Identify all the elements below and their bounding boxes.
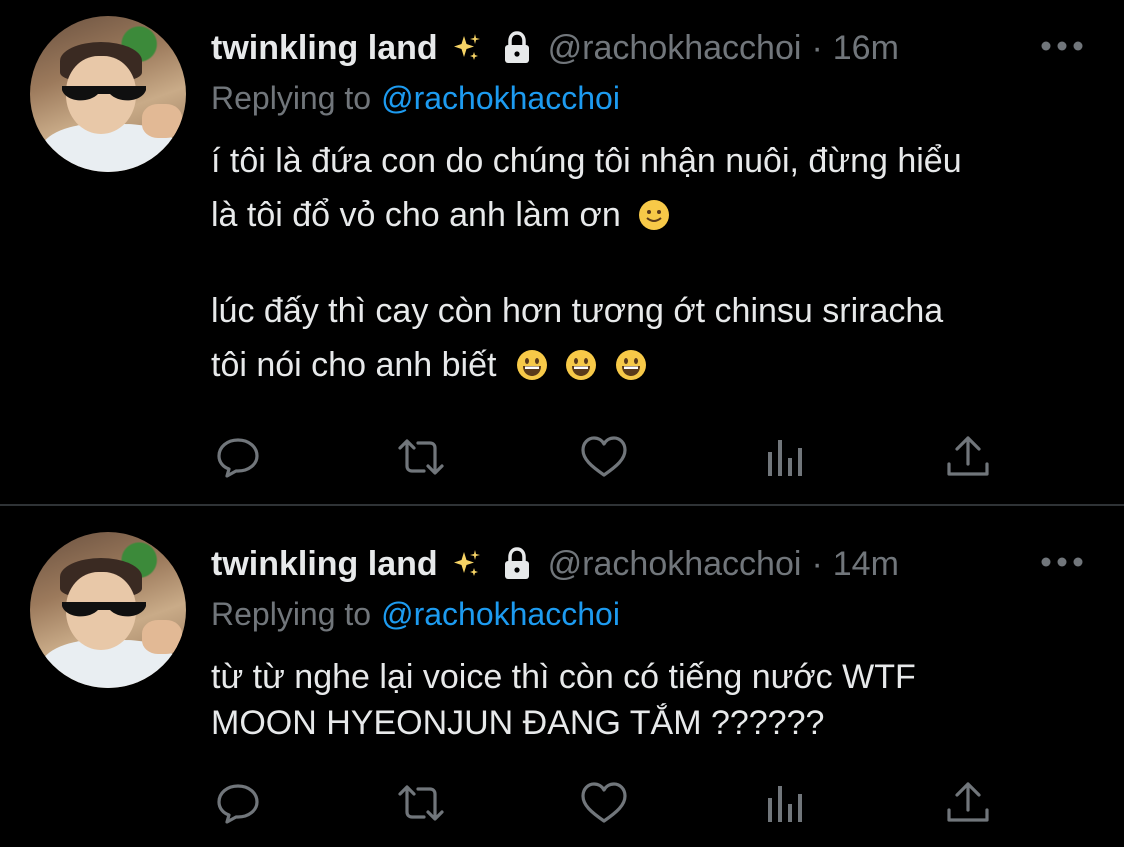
separator: · bbox=[811, 28, 823, 67]
sparkles-icon bbox=[453, 34, 480, 60]
tweet[interactable]: twinkling land @rachokhacchoi · 16m Repl… bbox=[0, 0, 1124, 504]
author-name[interactable]: twinkling land bbox=[211, 545, 438, 584]
replying-to: Replying to @rachokhacchoi bbox=[211, 80, 620, 117]
sparkles-icon bbox=[453, 550, 480, 576]
tweet-header: twinkling land @rachokhacchoi · 14m bbox=[211, 544, 899, 584]
sunglasses-icon bbox=[62, 86, 146, 101]
tweet-text-fragment: tôi nói cho anh biết bbox=[211, 346, 497, 384]
retweet-button[interactable] bbox=[396, 778, 446, 828]
author-name[interactable]: twinkling land bbox=[211, 29, 438, 68]
tweet-text-line: là tôi đổ vỏ cho anh làm ơn bbox=[211, 188, 678, 242]
author-handle[interactable]: @rachokhacchoi bbox=[548, 545, 802, 584]
share-button[interactable] bbox=[943, 432, 993, 482]
like-icon bbox=[581, 436, 627, 477]
tweet-text-line: lúc đấy thì cay còn hơn tương ớt chinsu … bbox=[211, 292, 944, 330]
mention-link[interactable]: @rachokhacchoi bbox=[381, 80, 620, 116]
tweet-text-fragment: là tôi đổ vỏ cho anh làm ơn bbox=[211, 196, 621, 234]
reply-icon bbox=[217, 784, 259, 824]
replying-to-label: Replying to bbox=[211, 596, 372, 632]
grinning-face-icon bbox=[566, 350, 597, 380]
separator: · bbox=[811, 544, 823, 583]
author-handle[interactable]: @rachokhacchoi bbox=[548, 29, 802, 68]
mention-link[interactable]: @rachokhacchoi bbox=[381, 596, 620, 632]
timestamp[interactable]: 14m bbox=[833, 545, 899, 584]
analytics-button[interactable] bbox=[762, 778, 812, 828]
lock-icon bbox=[504, 31, 529, 63]
analytics-button[interactable] bbox=[762, 432, 812, 482]
replying-to-label: Replying to bbox=[211, 80, 372, 116]
tweet-text-line: tôi nói cho anh biết bbox=[211, 338, 655, 392]
reply-icon bbox=[217, 438, 259, 478]
tweet-text-line: MOON HYEONJUN ĐANG TẮM ?????? bbox=[211, 704, 825, 742]
share-icon bbox=[947, 782, 989, 822]
tweet[interactable]: twinkling land @rachokhacchoi · 14m Repl… bbox=[0, 506, 1124, 847]
more-options-icon[interactable] bbox=[1040, 552, 1084, 572]
replying-to: Replying to @rachokhacchoi bbox=[211, 596, 620, 633]
slightly-smiling-face-icon bbox=[639, 200, 670, 230]
avatar[interactable] bbox=[30, 16, 186, 172]
like-icon bbox=[581, 782, 627, 823]
retweet-button[interactable] bbox=[396, 432, 446, 482]
reply-button[interactable] bbox=[213, 778, 263, 828]
more-options-icon[interactable] bbox=[1040, 36, 1084, 56]
grinning-face-icon bbox=[615, 350, 646, 380]
sunglasses-icon bbox=[62, 602, 146, 617]
retweet-icon bbox=[398, 785, 444, 821]
lock-icon bbox=[504, 547, 529, 579]
avatar[interactable] bbox=[30, 532, 186, 688]
tweet-actions bbox=[0, 432, 1124, 482]
tweet-header: twinkling land @rachokhacchoi · 16m bbox=[211, 28, 899, 68]
analytics-icon bbox=[768, 786, 802, 822]
retweet-icon bbox=[398, 439, 444, 475]
like-button[interactable] bbox=[579, 432, 629, 482]
share-icon bbox=[947, 436, 989, 476]
share-button[interactable] bbox=[943, 778, 993, 828]
timestamp[interactable]: 16m bbox=[833, 29, 899, 68]
tweet-actions bbox=[0, 778, 1124, 828]
like-button[interactable] bbox=[579, 778, 629, 828]
tweet-text-line: í tôi là đứa con do chúng tôi nhận nuôi,… bbox=[211, 142, 962, 180]
grinning-face-icon bbox=[516, 350, 547, 380]
analytics-icon bbox=[768, 440, 802, 476]
reply-button[interactable] bbox=[213, 432, 263, 482]
